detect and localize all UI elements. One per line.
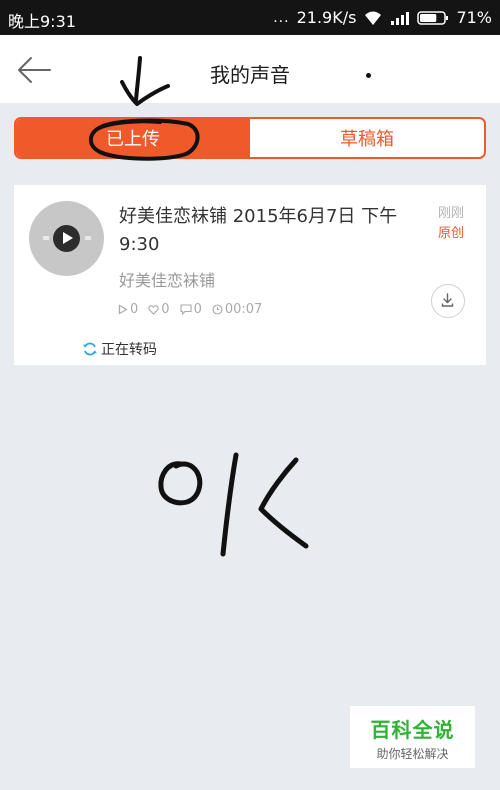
hand-drawn-ok	[158, 452, 309, 557]
tab-drafts-label: 草稿箱	[340, 129, 394, 150]
wifi-icon	[365, 11, 382, 25]
watermark-logo: 百科全说 助你轻松解决	[350, 706, 475, 768]
transcode-status: 正在转码	[82, 339, 157, 359]
stat-plays: 0	[118, 302, 138, 317]
tab-uploaded[interactable]: 已上传	[16, 119, 250, 157]
cover-deco-right	[85, 236, 91, 240]
stat-likes: 0	[148, 302, 170, 317]
tab-drafts[interactable]: 草稿箱	[250, 119, 484, 157]
track-stats: 0 0 0 00:07	[118, 302, 262, 317]
duration: 00:07	[224, 302, 263, 317]
comment-icon	[180, 304, 192, 315]
upload-time-tag: 刚刚	[437, 206, 464, 221]
status-right: ... 21.9K/s 71%	[273, 8, 492, 27]
download-button[interactable]	[431, 284, 465, 318]
ink-dot	[366, 73, 371, 78]
app-header: 我的声音	[0, 35, 500, 103]
comment-count: 0	[193, 302, 202, 317]
track-cover	[29, 201, 104, 276]
status-time: 晚上9:31	[8, 12, 76, 31]
battery-percent: 71%	[456, 8, 492, 27]
like-count: 0	[161, 302, 170, 317]
watermark-title: 百科全说	[370, 718, 455, 742]
track-card[interactable]: 好美佳恋袜铺 2015年6月7日 下午9:30 好美佳恋袜铺 刚刚 原创 0 0…	[14, 185, 486, 365]
status-bar: 晚上9:31 ... 21.9K/s 71%	[0, 0, 500, 35]
track-author: 好美佳恋袜铺	[119, 271, 216, 290]
status-dots: ...	[273, 9, 290, 26]
battery-fill	[420, 13, 437, 22]
transcode-label: 正在转码	[101, 342, 157, 358]
network-speed: 21.9K/s	[296, 8, 357, 27]
battery-icon	[417, 10, 449, 25]
page-title: 我的声音	[210, 63, 290, 87]
stat-comments: 0	[180, 302, 202, 317]
track-title[interactable]: 好美佳恋袜铺 2015年6月7日 下午9:30	[119, 203, 419, 259]
cover-deco-left	[43, 236, 49, 240]
download-icon	[441, 293, 454, 307]
tab-uploaded-label: 已上传	[106, 129, 160, 150]
clock-icon	[212, 304, 223, 315]
stat-duration: 00:07	[212, 302, 262, 317]
tab-switcher: 已上传 草稿箱	[14, 117, 486, 159]
refresh-icon	[83, 342, 97, 356]
play-count-icon	[118, 304, 128, 315]
play-count: 0	[130, 302, 139, 317]
heart-icon	[148, 304, 159, 315]
watermark-subtitle: 助你轻松解决	[376, 747, 449, 761]
original-tag: 原创	[437, 226, 464, 241]
play-button[interactable]	[53, 225, 80, 252]
signal-icon	[391, 11, 410, 25]
